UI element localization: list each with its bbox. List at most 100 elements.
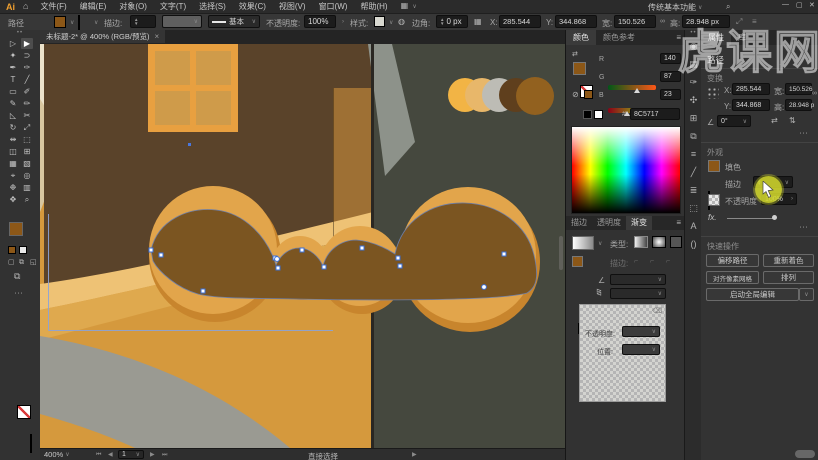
x-value-box[interactable]: 285.544 <box>499 15 541 28</box>
style-swatch[interactable] <box>374 16 385 27</box>
tab-libraries[interactable]: 库 <box>731 30 753 45</box>
menu-edit[interactable]: 编辑(E) <box>80 1 107 12</box>
eraser-tool[interactable]: ◺ <box>7 110 19 121</box>
align-options-icon[interactable]: ▦ <box>474 17 482 26</box>
fill-color-swatch[interactable] <box>54 16 66 28</box>
draw-inside-icon[interactable]: ◱ <box>30 258 37 267</box>
edit-toolbar-icon[interactable]: ⋯ <box>14 288 24 299</box>
editor-location-dropdown[interactable]: ∨ <box>622 344 660 355</box>
character-panel-icon[interactable]: A <box>690 222 696 231</box>
editor-opacity-dropdown[interactable]: ∨ <box>622 326 660 337</box>
scissors-tool[interactable]: ✂ <box>21 110 33 121</box>
canvas-scrollbar-thumb[interactable] <box>559 236 563 270</box>
offset-path-button[interactable]: 偏移路径 <box>706 254 759 267</box>
mesh-tool[interactable]: ▦ <box>7 158 19 169</box>
rotate-tool[interactable]: ↻ <box>7 122 19 133</box>
symbol-sprayer-tool[interactable]: ❉ <box>7 182 19 193</box>
arrange-documents-icon[interactable]: ▦ ∨ <box>401 1 417 12</box>
none-color-icon[interactable]: ⊘ <box>572 90 579 99</box>
artboard-nav-dropdown[interactable]: 1∨ <box>118 450 144 459</box>
gradient-fill-swatch[interactable] <box>572 256 583 267</box>
hand-tool[interactable]: ✥ <box>7 194 19 205</box>
screen-mode-icon[interactable]: ⧉ <box>14 272 20 281</box>
menu-effect[interactable]: 效果(C) <box>239 1 266 12</box>
paintbrush-tool[interactable]: ✐ <box>21 86 33 97</box>
column-graph-tool[interactable]: ▥ <box>21 182 33 193</box>
lasso-tool[interactable]: ⊃ <box>21 50 33 61</box>
home-icon[interactable]: ⌂ <box>23 2 28 11</box>
transform-icon[interactable]: ⤢ <box>736 17 742 26</box>
appearance-slider[interactable] <box>727 218 775 219</box>
eyedropper-tool[interactable]: ⌖ <box>7 170 19 181</box>
menu-object[interactable]: 对象(O) <box>119 1 147 12</box>
mini-white-swatch[interactable] <box>594 110 603 119</box>
swatches-panel-icon[interactable]: ▤ <box>689 60 698 69</box>
tab-stroke[interactable]: 描边 <box>566 216 592 230</box>
flip-horizontal-icon[interactable]: ⇄ <box>771 116 778 125</box>
pen-tool[interactable]: ✒ <box>7 62 19 73</box>
gradient-thumbnail[interactable] <box>572 236 594 250</box>
menu-file[interactable]: 文件(F) <box>40 1 66 12</box>
gradient-angle-dropdown[interactable]: ∨ <box>610 274 666 285</box>
prop-link-icon[interactable]: ∞ <box>812 90 817 97</box>
menu-select[interactable]: 选择(S) <box>199 1 226 12</box>
tab-color[interactable]: 颜色 <box>566 30 596 45</box>
stroke-weight-stepper[interactable]: ▲▼ <box>130 15 156 28</box>
aspect-ratio-dropdown[interactable]: ∨ <box>610 288 666 299</box>
style-chevron-icon[interactable]: ∨ <box>389 19 393 26</box>
tab-gradient[interactable]: 渐变 <box>626 216 652 230</box>
shaper-tool[interactable]: ✏ <box>21 98 33 109</box>
status-expand-icon[interactable]: ▶ <box>412 451 417 460</box>
restore-button[interactable]: ▢ <box>796 1 803 9</box>
tab-color-guide[interactable]: 颜色参考 <box>596 30 642 45</box>
appearance-fill-swatch[interactable] <box>708 160 720 172</box>
line-segment-tool[interactable]: ╱ <box>21 74 33 85</box>
opacity-value-box[interactable]: 100% <box>304 15 336 28</box>
corner-value-box[interactable]: ▲▼0 px <box>436 15 468 28</box>
align-icon[interactable]: ≡ <box>752 17 757 26</box>
appearance-more-icon[interactable]: ⋯ <box>799 222 809 233</box>
document-setup-icon[interactable]: ◍ <box>398 17 405 26</box>
artboards-panel-icon[interactable]: ⬚ <box>689 204 698 213</box>
delete-stop-icon[interactable]: ⌫ <box>652 307 662 316</box>
prop-y-box[interactable]: 344.868 <box>732 99 770 111</box>
stroke-indicator-swatch[interactable] <box>17 405 31 419</box>
zoom-tool[interactable]: ⌕ <box>21 194 33 205</box>
last-color-swatch[interactable] <box>584 90 593 99</box>
pencil-tool[interactable]: ✎ <box>7 98 19 109</box>
prop-h-box[interactable]: 28.948 p <box>785 99 812 111</box>
fx-button[interactable]: fx. <box>708 213 716 222</box>
channel-g-value[interactable]: 87 <box>660 71 681 82</box>
last-artboard-icon[interactable]: ⏭ <box>162 451 167 460</box>
gradient-thumb-chevron-icon[interactable]: ∨ <box>598 240 602 247</box>
global-edit-options-button[interactable]: ∨ <box>799 288 814 301</box>
channel-r-slider[interactable] <box>608 85 656 90</box>
blend-tool[interactable]: ◎ <box>21 170 33 181</box>
toolbar-grip[interactable]: •• <box>0 30 40 36</box>
transform-panel-icon[interactable]: ⊞ <box>690 114 698 123</box>
width-profile-dropdown[interactable]: ∨ <box>162 15 202 28</box>
stroke-panel-icon[interactable]: ╱ <box>691 168 696 177</box>
curvature-tool[interactable]: ✑ <box>21 62 33 73</box>
layers-panel-icon[interactable]: ≣ <box>690 186 698 195</box>
tab-close-icon[interactable]: × <box>154 32 159 41</box>
appearance-slider-handle[interactable] <box>772 215 777 220</box>
gradient-type-freeform[interactable] <box>670 236 682 248</box>
height-value-box[interactable]: 28.948 px <box>682 15 730 28</box>
recolor-button[interactable]: 重新着色 <box>763 254 814 267</box>
menu-window[interactable]: 窗口(W) <box>319 1 348 12</box>
shape-builder-tool[interactable]: ◫ <box>7 146 19 157</box>
color-fill-swatch[interactable] <box>573 62 586 75</box>
panel-menu-icon[interactable]: ≡ <box>676 30 681 45</box>
color-mode-color[interactable] <box>8 246 16 254</box>
align-panel-icon[interactable]: ≡ <box>691 150 696 159</box>
tab-transparency[interactable]: 透明度 <box>592 216 626 230</box>
zoom-level-dropdown[interactable]: 400%∨ <box>44 450 70 459</box>
fill-indicator-swatch[interactable] <box>9 222 23 236</box>
prev-artboard-icon[interactable]: ◀ <box>108 451 113 460</box>
document-tab[interactable]: 未标题-2* @ 400% (RGB/预览) × <box>40 30 165 43</box>
canvas[interactable] <box>40 44 565 448</box>
fill-chevron-icon[interactable]: ∨ <box>70 19 74 26</box>
channel-r-value[interactable]: 140 <box>660 53 681 64</box>
menu-help[interactable]: 帮助(H) <box>360 1 387 12</box>
